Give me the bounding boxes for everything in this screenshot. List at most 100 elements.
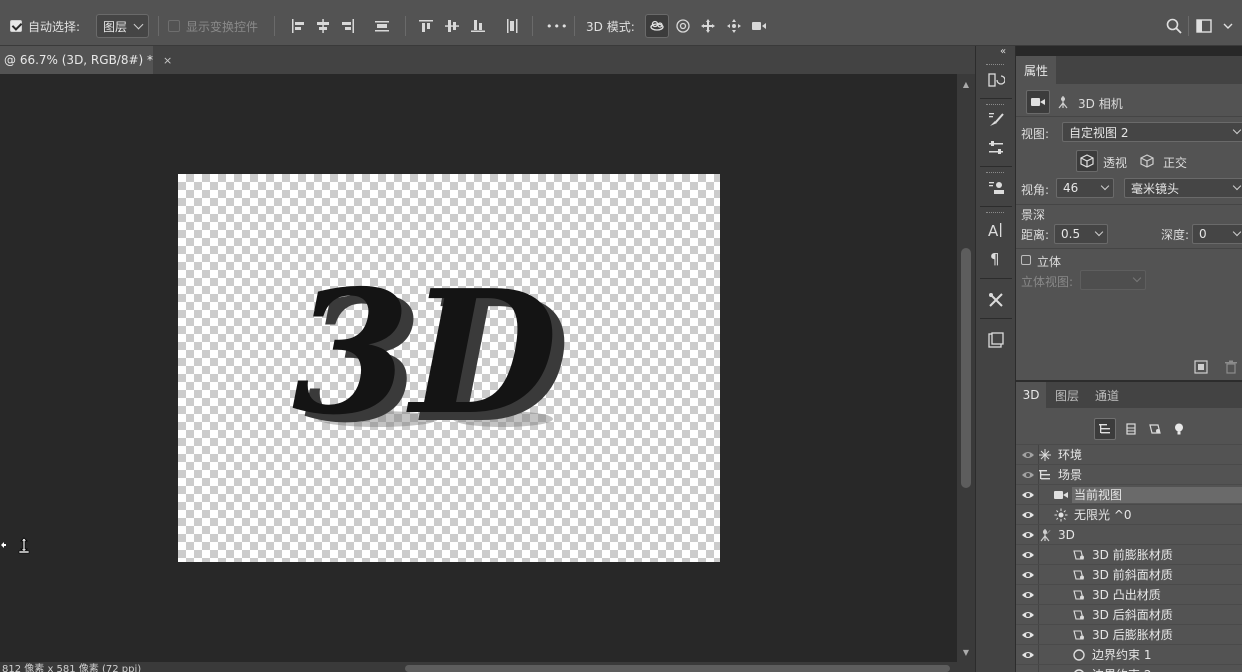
chevron-down-icon[interactable] [1220, 18, 1236, 34]
eye-icon[interactable] [1021, 528, 1035, 542]
zoom-3d-camera-icon[interactable] [751, 18, 767, 34]
more-options-button[interactable]: ••• [546, 6, 568, 46]
eye-icon[interactable] [1021, 448, 1035, 462]
properties-header-title: 3D 相机 [1078, 97, 1123, 111]
layer-name: 3D 前膨胀材质 [1092, 548, 1173, 562]
clone-source-icon[interactable] [984, 176, 1008, 200]
eye-icon[interactable] [1021, 588, 1035, 602]
tab-properties[interactable]: 属性 [1016, 56, 1056, 84]
collapse-panels-icon[interactable]: « [1000, 46, 1006, 57]
adjustments-icon[interactable] [984, 136, 1008, 160]
align-top-icon[interactable] [418, 18, 434, 34]
auto-select-target-dropdown[interactable]: 图层 [96, 14, 150, 38]
align-bottom-icon[interactable] [470, 18, 486, 34]
tab-3d[interactable]: 3D [1016, 382, 1046, 408]
orbit-3d-camera-icon[interactable] [645, 14, 669, 38]
layer-row[interactable]: 边界约束 1 [1016, 644, 1242, 665]
tab-layers[interactable]: 图层 [1050, 382, 1084, 408]
camera-icon[interactable] [1026, 90, 1050, 114]
distance-input[interactable]: 0.5 [1054, 224, 1108, 244]
lens-unit-dropdown[interactable]: 毫米镜头 [1124, 178, 1242, 198]
eye-icon[interactable] [1021, 548, 1035, 562]
character-panel-icon[interactable]: A [984, 218, 1008, 242]
3d-text-face: 3D [292, 253, 558, 453]
divider [1038, 565, 1039, 585]
fov-input[interactable]: 46 [1056, 178, 1114, 198]
perspective-cube-icon[interactable] [1076, 150, 1098, 172]
orthographic-cube-icon[interactable] [1140, 154, 1154, 171]
stereo-row: 立体 [1016, 252, 1242, 270]
layer-row[interactable]: ⌵3D [1016, 524, 1242, 545]
render-icon[interactable] [1194, 360, 1208, 377]
eye-icon[interactable] [1021, 568, 1035, 582]
brush-settings-icon[interactable] [984, 108, 1008, 132]
align-left-icon[interactable] [290, 18, 306, 34]
depth-value: 0 [1199, 227, 1207, 241]
paragraph-panel-icon[interactable]: ¶ [984, 246, 1008, 270]
layer-row[interactable]: 3D 凸出材质 [1016, 584, 1242, 605]
pan-3d-camera-icon[interactable] [700, 18, 716, 34]
stereo-checkbox[interactable] [1021, 255, 1031, 265]
eye-icon[interactable] [1021, 508, 1035, 522]
eye-icon[interactable] [1021, 488, 1035, 502]
tab-properties-label: 属性 [1023, 63, 1048, 78]
tab-channels-label: 通道 [1094, 388, 1119, 403]
chevron-down-icon [1132, 273, 1142, 283]
material-filter-icon[interactable] [1144, 418, 1166, 440]
layer-row[interactable]: 3D 前膨胀材质 [1016, 544, 1242, 565]
eye-icon[interactable] [1021, 648, 1035, 662]
light-filter-icon[interactable] [1168, 418, 1190, 440]
document-tab[interactable]: @ 66.7% (3D, RGB/8#) * × [0, 46, 172, 74]
layer-row[interactable]: 边界约束 2 [1016, 664, 1242, 672]
layer-row[interactable]: 3D 后斜面材质 [1016, 604, 1242, 625]
auto-select-checkbox[interactable] [10, 20, 22, 32]
history-icon[interactable] [984, 68, 1008, 92]
camera-rig-icon[interactable] [1056, 95, 1070, 112]
stereo-view-dropdown[interactable] [1080, 270, 1146, 290]
layer-name: 3D [1058, 528, 1075, 542]
more-options-label: ••• [546, 19, 569, 33]
layer-row[interactable]: 当前视图 [1016, 484, 1242, 505]
properties-tab-bar: 属性 [1016, 56, 1242, 84]
3d-panel-icon[interactable] [984, 328, 1008, 352]
scene-filter-icon[interactable] [1094, 418, 1116, 440]
trash-icon[interactable] [1224, 360, 1238, 377]
eye-icon[interactable] [1021, 628, 1035, 642]
eye-icon[interactable] [1021, 668, 1035, 672]
horizontal-scrollbar-thumb[interactable] [405, 665, 950, 672]
divider [1038, 505, 1039, 525]
eye-icon[interactable] [1021, 608, 1035, 622]
workspace-icon[interactable] [1196, 18, 1212, 34]
distribute-vertical-icon[interactable] [504, 18, 520, 34]
depth-input[interactable]: 0 [1192, 224, 1242, 244]
panel-icon-strip: « A ¶ [975, 46, 1016, 672]
eye-icon[interactable] [1021, 468, 1035, 482]
scrollbar-thumb[interactable] [961, 248, 971, 488]
align-horizontal-center-icon[interactable] [315, 18, 331, 34]
distribute-horizontal-icon[interactable] [374, 18, 390, 34]
show-transform-checkbox[interactable] [168, 20, 180, 32]
scroll-down-icon[interactable]: ▼ [961, 648, 971, 658]
mesh-filter-icon[interactable] [1120, 418, 1142, 440]
tab-channels[interactable]: 通道 [1090, 382, 1124, 408]
artboard[interactable]: 3D 3D [178, 174, 720, 562]
search-icon[interactable] [1166, 18, 1182, 34]
slide-3d-camera-icon[interactable] [726, 18, 742, 34]
close-icon[interactable]: × [163, 54, 172, 67]
layer-row[interactable]: 3D 前斜面材质 [1016, 564, 1242, 585]
layer-row[interactable]: 3D 后膨胀材质 [1016, 624, 1242, 645]
view-dropdown[interactable]: 自定视图 2 [1062, 122, 1242, 142]
align-right-icon[interactable] [340, 18, 356, 34]
roll-3d-camera-icon[interactable] [675, 18, 691, 34]
align-vertical-center-icon[interactable] [444, 18, 460, 34]
layer-row[interactable]: 场景 [1016, 464, 1242, 485]
layer-row[interactable]: 无限光 ^0 [1016, 504, 1242, 525]
3d-mode-label: 3D 模式: [586, 19, 635, 34]
divider [1038, 485, 1039, 505]
tools-icon[interactable] [984, 288, 1008, 312]
grip [986, 172, 1004, 174]
layer-row[interactable]: 环境 [1016, 444, 1242, 465]
vertical-scrollbar[interactable]: ▲ ▼ [957, 74, 975, 662]
fov-value: 46 [1063, 181, 1079, 195]
scroll-up-icon[interactable]: ▲ [961, 80, 971, 90]
